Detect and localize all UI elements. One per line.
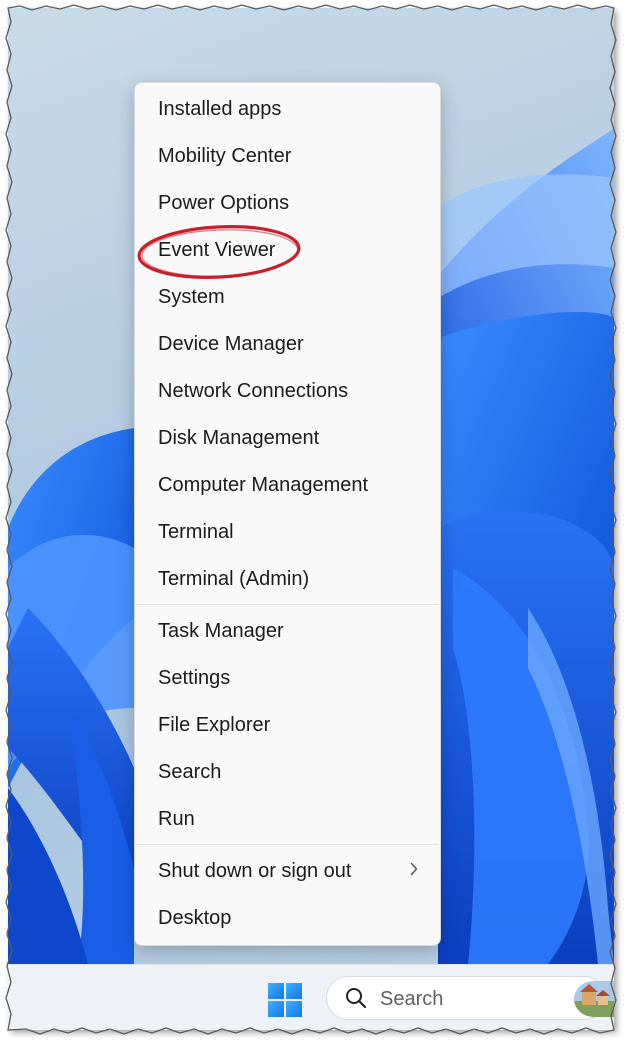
menu-item-mobility-center[interactable]: Mobility Center <box>135 134 440 178</box>
menu-item-shut-down-or-sign-out[interactable]: Shut down or sign out <box>135 849 440 893</box>
menu-item-label: Installed apps <box>158 97 282 120</box>
menu-item-network-connections[interactable]: Network Connections <box>135 369 440 413</box>
menu-item-task-manager[interactable]: Task Manager <box>135 609 440 653</box>
menu-item-computer-management[interactable]: Computer Management <box>135 463 440 507</box>
menu-item-label: Desktop <box>158 906 232 929</box>
menu-item-label: Shut down or sign out <box>158 859 352 882</box>
menu-item-label: Network Connections <box>158 379 349 402</box>
taskbar-search-box[interactable]: Search <box>326 976 606 1020</box>
menu-item-search[interactable]: Search <box>135 750 440 794</box>
menu-item-label: Disk Management <box>158 426 320 449</box>
winx-context-menu: Installed apps Mobility Center Power Opt… <box>134 82 441 946</box>
menu-item-system[interactable]: System <box>135 275 440 319</box>
avatar[interactable] <box>574 981 614 1017</box>
menu-item-label: File Explorer <box>158 713 271 736</box>
menu-item-label: System <box>158 285 225 308</box>
menu-item-label: Event Viewer <box>158 238 276 261</box>
menu-item-event-viewer[interactable]: Event Viewer <box>135 228 440 272</box>
menu-item-power-options[interactable]: Power Options <box>135 181 440 225</box>
menu-item-label: Terminal (Admin) <box>158 567 310 590</box>
menu-item-device-manager[interactable]: Device Manager <box>135 322 440 366</box>
chevron-right-icon <box>410 862 418 876</box>
windows-logo-icon[interactable] <box>267 982 303 1018</box>
menu-item-installed-apps[interactable]: Installed apps <box>135 87 440 131</box>
menu-item-label: Task Manager <box>158 619 284 642</box>
menu-item-label: Search <box>158 760 222 783</box>
menu-item-label: Settings <box>158 666 231 689</box>
menu-item-settings[interactable]: Settings <box>135 656 440 700</box>
search-icon <box>346 988 367 1009</box>
menu-item-terminal-admin[interactable]: Terminal (Admin) <box>135 557 440 601</box>
menu-item-label: Device Manager <box>158 332 304 355</box>
menu-item-label: Power Options <box>158 191 290 214</box>
menu-item-label: Run <box>158 807 195 830</box>
search-placeholder: Search <box>380 988 444 1010</box>
menu-item-label: Terminal <box>158 520 234 543</box>
menu-item-terminal[interactable]: Terminal <box>135 510 440 554</box>
taskbar: Search <box>8 964 614 1030</box>
menu-separator <box>136 844 439 845</box>
menu-separator <box>136 604 439 605</box>
menu-item-desktop[interactable]: Desktop <box>135 896 440 940</box>
menu-item-disk-management[interactable]: Disk Management <box>135 416 440 460</box>
menu-item-file-explorer[interactable]: File Explorer <box>135 703 440 747</box>
menu-item-label: Mobility Center <box>158 144 292 167</box>
screenshot-frame: Installed apps Mobility Center Power Opt… <box>8 8 614 1030</box>
menu-item-run[interactable]: Run <box>135 797 440 841</box>
menu-item-label: Computer Management <box>158 473 369 496</box>
